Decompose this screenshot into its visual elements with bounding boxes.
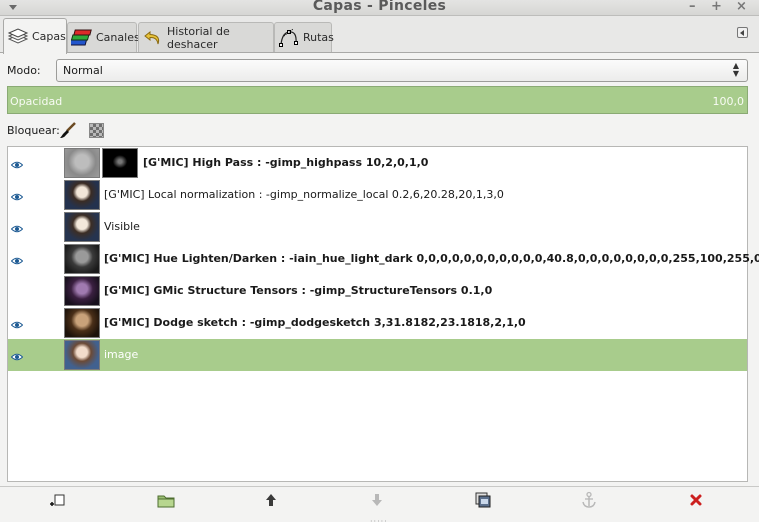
lock-pixels-icon[interactable] xyxy=(59,121,77,139)
paths-icon xyxy=(278,27,300,49)
visibility-eye-icon[interactable] xyxy=(10,159,24,169)
layer-name[interactable]: [G'MIC] Hue Lighten/Darken : -iain_hue_l… xyxy=(104,252,759,265)
undo-history-icon xyxy=(142,27,164,49)
layer-thumbnail[interactable] xyxy=(64,276,100,306)
tab-layers-label: Capas xyxy=(32,30,66,43)
visibility-eye-icon[interactable] xyxy=(10,223,24,233)
lower-layer-icon[interactable] xyxy=(368,491,386,509)
tab-undo-history-label: Historial de deshacer xyxy=(167,24,230,51)
layer-row[interactable]: Visible xyxy=(8,211,747,243)
new-layer-icon[interactable] xyxy=(50,491,68,509)
layer-mask-thumbnail[interactable] xyxy=(102,148,138,178)
visibility-eye-icon[interactable] xyxy=(10,191,24,201)
tab-paths[interactable]: Rutas xyxy=(274,22,334,52)
close-icon[interactable]: × xyxy=(736,0,747,14)
minimize-icon[interactable]: – xyxy=(689,0,696,14)
configure-tab-icon[interactable] xyxy=(737,27,748,38)
tab-layers[interactable]: Capas xyxy=(3,18,67,54)
layer-thumbnail[interactable] xyxy=(64,148,100,178)
resize-grip-icon[interactable]: ····· xyxy=(370,517,388,522)
layer-thumbnail[interactable] xyxy=(64,180,100,210)
layer-name[interactable]: [G'MIC] Local normalization : -gimp_norm… xyxy=(104,188,504,201)
opacity-slider[interactable]: Opacidad 100,0 xyxy=(7,86,748,114)
duplicate-layer-icon[interactable] xyxy=(474,491,492,509)
mode-select[interactable]: Normal ▲ ▼ xyxy=(56,59,748,82)
window-title: Capas - Pinceles xyxy=(312,0,447,14)
layer-name[interactable]: Visible xyxy=(104,220,140,233)
layer-list[interactable]: [G'MIC] High Pass : -gimp_highpass 10,2,… xyxy=(7,146,759,482)
opacity-label: Opacidad xyxy=(10,95,63,108)
title-bar: Capas - Pinceles – + × xyxy=(0,0,759,16)
toolbar-divider xyxy=(0,486,759,487)
lock-alpha-icon[interactable] xyxy=(89,123,104,138)
mode-label: Modo: xyxy=(7,64,41,77)
layer-row[interactable]: [G'MIC] GMic Structure Tensors : -gimp_S… xyxy=(8,275,747,307)
layer-row[interactable]: [G'MIC] Local normalization : -gimp_norm… xyxy=(8,179,747,211)
layer-thumbnail[interactable] xyxy=(64,244,100,274)
layer-thumbnail[interactable] xyxy=(64,212,100,242)
layer-row[interactable]: [G'MIC] High Pass : -gimp_highpass 10,2,… xyxy=(8,147,747,179)
layer-row[interactable]: [G'MIC] Hue Lighten/Darken : -iain_hue_l… xyxy=(8,243,759,275)
layer-thumbnail[interactable] xyxy=(64,340,100,370)
layer-name[interactable]: [G'MIC] GMic Structure Tensors : -gimp_S… xyxy=(104,284,492,297)
visibility-eye-icon[interactable] xyxy=(10,255,24,265)
visibility-eye-icon[interactable] xyxy=(10,319,24,329)
layer-thumbnail[interactable] xyxy=(64,308,100,338)
tab-channels-label: Canales xyxy=(96,31,140,44)
tab-bar: Capas Canales Historial de deshacer Ruta… xyxy=(0,17,759,54)
layers-icon xyxy=(7,26,29,48)
raise-layer-icon[interactable] xyxy=(262,491,280,509)
tab-channels[interactable]: Canales xyxy=(67,22,140,52)
tab-undo-history[interactable]: Historial de deshacer xyxy=(138,22,274,52)
visibility-eye-icon[interactable] xyxy=(11,287,23,295)
visibility-eye-icon[interactable] xyxy=(10,351,24,361)
layer-row[interactable]: image xyxy=(8,339,747,371)
channels-icon xyxy=(68,27,93,49)
mode-value: Normal xyxy=(63,64,103,77)
opacity-value: 100,0 xyxy=(712,95,745,108)
layer-row[interactable]: [G'MIC] Dodge sketch : -gimp_dodgesketch… xyxy=(8,307,747,339)
anchor-layer-icon[interactable] xyxy=(580,491,598,509)
lock-label: Bloquear: xyxy=(7,124,60,137)
maximize-icon[interactable]: + xyxy=(711,0,722,14)
layer-name[interactable]: [G'MIC] Dodge sketch : -gimp_dodgesketch… xyxy=(104,316,526,329)
layer-name[interactable]: [G'MIC] High Pass : -gimp_highpass 10,2,… xyxy=(143,156,428,169)
tab-paths-label: Rutas xyxy=(303,31,334,44)
delete-layer-icon[interactable] xyxy=(687,491,705,509)
layer-name[interactable]: image xyxy=(104,348,138,361)
new-layer-group-icon[interactable] xyxy=(157,491,175,509)
tab-divider xyxy=(0,52,759,53)
chevron-up-down-icon: ▲ ▼ xyxy=(732,61,739,78)
